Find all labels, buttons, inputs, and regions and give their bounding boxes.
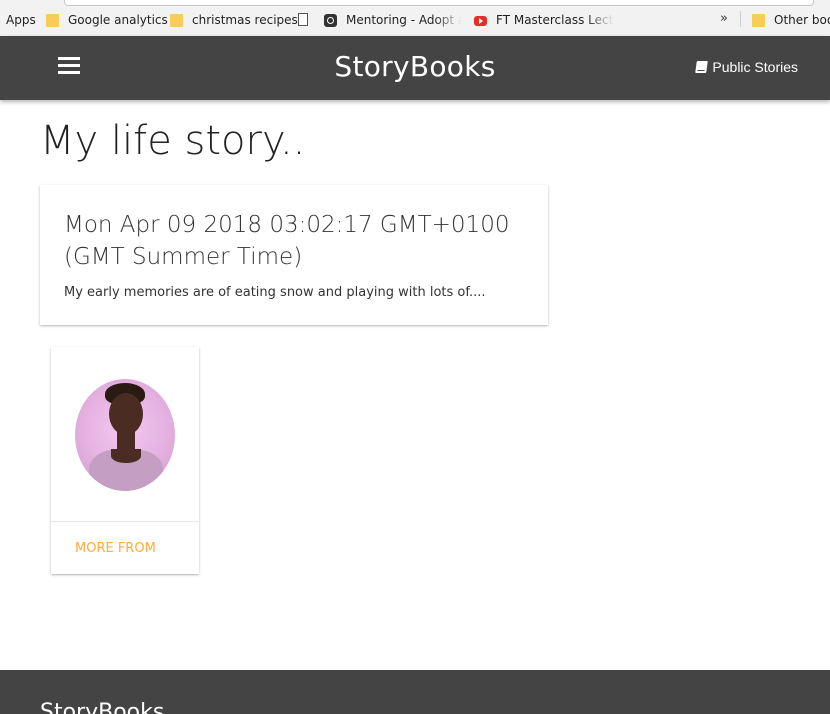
bookmark-label: Google analytics <box>68 13 168 27</box>
more-from-link[interactable]: MORE FROM <box>75 541 156 556</box>
author-card: MORE FROM <box>51 347 199 574</box>
bookmark-apps[interactable]: Apps <box>6 13 36 27</box>
bookmarks-overflow-chevron-icon[interactable]: » <box>720 11 728 26</box>
author-avatar <box>75 379 175 491</box>
bookmark-label: Other boo <box>774 13 830 27</box>
bookmark-apps-label: Apps <box>6 13 36 27</box>
instagram-icon <box>324 13 337 27</box>
story-card: Mon Apr 09 2018 03:02:17 GMT+0100 (GMT S… <box>40 185 548 325</box>
card-divider <box>51 521 199 522</box>
story-date: Mon Apr 09 2018 03:02:17 GMT+0100 (GMT S… <box>64 212 510 270</box>
footer-brand: StoryBooks <box>40 700 165 714</box>
public-stories-link[interactable]: Public Stories <box>695 59 798 75</box>
bookmarks-bar: Apps Google analytics christmas recipes … <box>0 0 830 37</box>
page-title: My life story.. <box>40 118 306 164</box>
navbar: StoryBooks Public Stories <box>0 36 830 100</box>
bookmark-label: Mentoring - Adopt a <box>346 13 462 27</box>
public-stories-label: Public Stories <box>712 59 798 75</box>
folder-icon <box>170 13 183 27</box>
bookmark-label: FT Masterclass Lectur <box>496 13 614 27</box>
folder-icon <box>752 13 765 27</box>
story-excerpt: My early memories are of eating snow and… <box>64 285 486 300</box>
bookmark-ft-masterclass[interactable]: FT Masterclass Lectur <box>474 13 614 27</box>
bookmark-google-analytics[interactable]: Google analytics <box>46 13 168 27</box>
bookmark-other[interactable]: Other boo <box>752 13 830 27</box>
bookmarks-separator <box>740 11 741 27</box>
page-icon <box>298 13 308 26</box>
footer: StoryBooks <box>0 670 830 714</box>
folder-icon <box>46 13 59 27</box>
bookmark-mentoring[interactable]: Mentoring - Adopt a <box>324 13 462 27</box>
brand-link[interactable]: StoryBooks <box>334 50 495 83</box>
bookmark-christmas-recipes[interactable]: christmas recipes <box>170 13 298 27</box>
youtube-icon <box>474 15 487 26</box>
address-bar[interactable] <box>64 0 814 6</box>
bookmark-label: christmas recipes <box>192 13 298 27</box>
book-icon <box>695 61 709 73</box>
bookmark-page[interactable] <box>298 13 317 26</box>
